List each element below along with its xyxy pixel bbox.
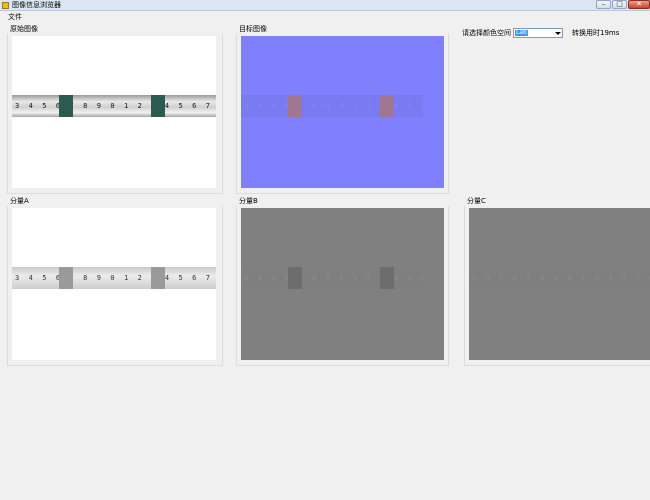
component-b-label: 分量B [239, 197, 258, 205]
target-image-view: 3 4 5 6 7 8 9 0 1 2 3 4 5 6 7 8 9 0 1 2 … [241, 36, 444, 188]
component-c-view: 3 4 5 6 7 8 9 0 1 2 3 4 5 6 7 8 9 0 1 2 … [469, 208, 650, 360]
component-a-view: 3 4 5 6 7 8 9 0 1 2 3 4 5 6 7 8 9 0 1 2 … [12, 208, 216, 360]
ruler-image: 3 4 5 6 7 8 9 0 1 2 3 4 5 6 7 8 9 0 1 2 … [469, 267, 650, 289]
component-b-view: 3 4 5 6 7 8 9 0 1 2 3 4 5 6 7 8 9 0 1 2 … [241, 208, 444, 360]
ruler-mark [151, 267, 165, 289]
component-a-label: 分量A [10, 197, 29, 205]
minimize-button[interactable]: – [596, 0, 611, 9]
ruler-mark [59, 267, 73, 289]
ruler-mark [288, 95, 302, 117]
maximize-icon: □ [616, 0, 623, 8]
ruler-image: 3 4 5 6 7 8 9 0 1 2 3 4 5 6 7 8 9 0 1 2 … [12, 95, 216, 117]
close-icon: ✕ [636, 0, 642, 8]
convert-time-value: 19ms [600, 29, 620, 37]
window-title: 图像信息浏览器 [12, 1, 61, 9]
chevron-down-icon[interactable] [555, 32, 561, 35]
ruler-image: 3 4 5 6 7 8 9 0 1 2 3 4 5 6 7 8 9 0 1 2 … [241, 95, 423, 117]
minimize-icon: – [601, 0, 606, 8]
color-space-select[interactable]: Lab [513, 28, 563, 38]
title-bar: 图像信息浏览器 – □ ✕ [0, 0, 650, 11]
maximize-button[interactable]: □ [612, 0, 627, 9]
window-controls: – □ ✕ [595, 0, 650, 10]
ruler-digits: 3 4 5 6 7 8 9 0 1 2 3 4 5 6 7 8 9 0 1 2 … [244, 274, 423, 282]
ruler-mark [380, 267, 394, 289]
color-space-label: 请选择颜色空间 [462, 29, 511, 37]
ruler-digits: 3 4 5 6 7 8 9 0 1 2 3 4 5 6 7 8 9 0 1 2 … [15, 102, 216, 110]
ruler-mark [380, 95, 394, 117]
ruler-image: 3 4 5 6 7 8 9 0 1 2 3 4 5 6 7 8 9 0 1 2 … [12, 267, 216, 289]
ruler-mark [59, 95, 73, 117]
ruler-digits: 3 4 5 6 7 8 9 0 1 2 3 4 5 6 7 8 9 0 1 2 … [472, 274, 650, 282]
ruler-digits: 3 4 5 6 7 8 9 0 1 2 3 4 5 6 7 8 9 0 1 2 … [244, 102, 423, 110]
menu-bar: 文件 [0, 12, 650, 22]
ruler-mark [288, 267, 302, 289]
app-icon [2, 2, 9, 9]
target-image-label: 目标图像 [239, 25, 267, 33]
convert-time-label: 转换用时 [572, 29, 600, 37]
ruler-mark [151, 95, 165, 117]
color-space-value: Lab [515, 29, 528, 36]
component-c-label: 分量C [467, 197, 486, 205]
original-image-view: 3 4 5 6 7 8 9 0 1 2 3 4 5 6 7 8 9 0 1 2 … [12, 36, 216, 188]
ruler-image: 3 4 5 6 7 8 9 0 1 2 3 4 5 6 7 8 9 0 1 2 … [241, 267, 423, 289]
ruler-digits: 3 4 5 6 7 8 9 0 1 2 3 4 5 6 7 8 9 0 1 2 … [15, 274, 216, 282]
menu-file[interactable]: 文件 [8, 13, 22, 21]
original-image-label: 原始图像 [10, 25, 38, 33]
close-button[interactable]: ✕ [628, 0, 650, 9]
